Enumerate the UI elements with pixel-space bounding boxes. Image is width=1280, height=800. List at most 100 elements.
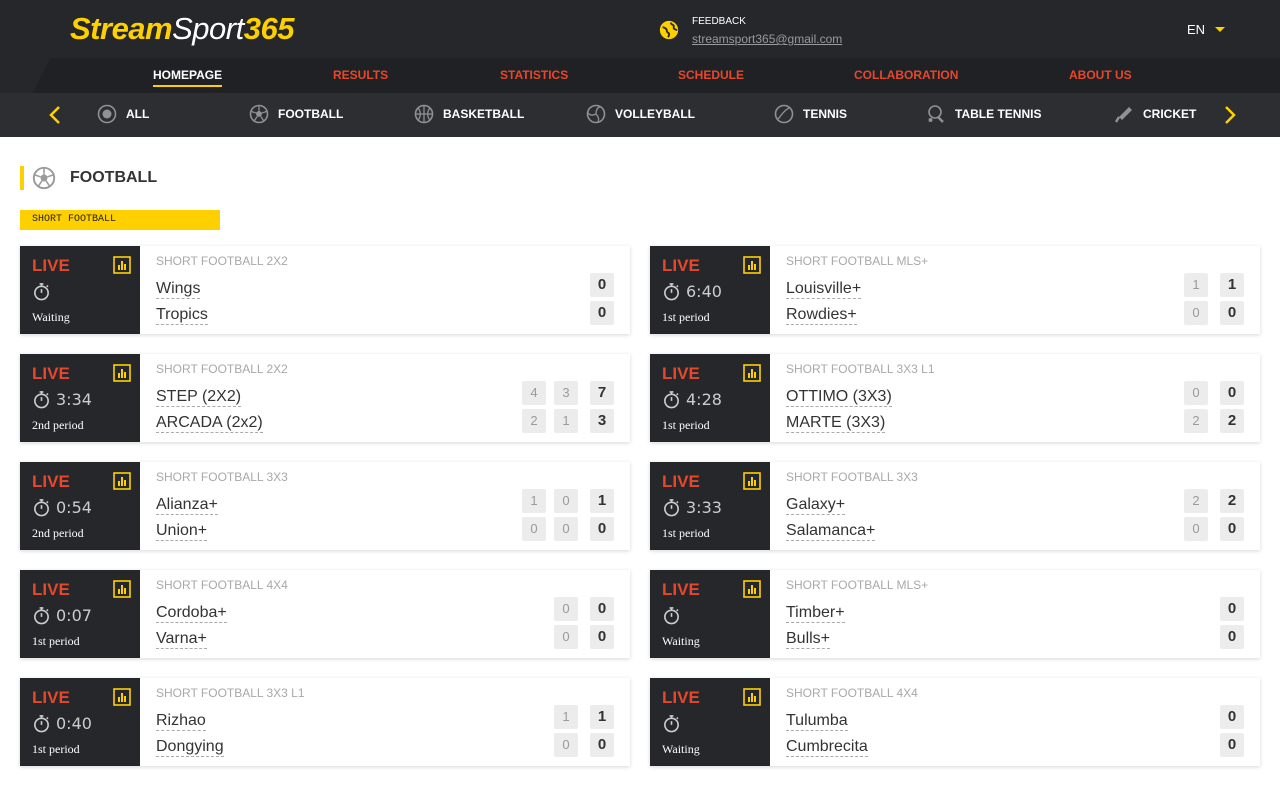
sport-tab-basketball[interactable]: BASKETBALL	[414, 102, 524, 126]
sport-tab-volleyball[interactable]: VOLLEYBALL	[586, 102, 695, 126]
team-away[interactable]: Dongying	[156, 737, 224, 757]
chevron-left-icon[interactable]	[46, 105, 66, 125]
live-badge: LIVE	[32, 580, 70, 599]
match-card[interactable]: LIVE 4:28 1st period SHORT FOOTBALL 3X3 L1 O…	[650, 354, 1260, 442]
sport-label: FOOTBALL	[278, 107, 344, 121]
chevron-right-icon[interactable]	[1219, 105, 1239, 125]
team-away[interactable]: Tropics	[156, 305, 208, 325]
sport-tab-tennis[interactable]: TENNIS	[774, 102, 847, 126]
team-home[interactable]: STEP (2X2)	[156, 387, 242, 407]
tournament-name: SHORT FOOTBALL 3X3 L1	[156, 686, 305, 700]
match-time: 4:28	[686, 390, 722, 409]
site-logo[interactable]: StreamSport365	[70, 11, 294, 47]
team-home[interactable]: Timber+	[786, 603, 845, 623]
stats-icon[interactable]	[113, 580, 131, 598]
team-home[interactable]: Tulumba	[786, 711, 848, 731]
total-score-away: 0	[590, 301, 614, 325]
team-home[interactable]: Cordoba+	[156, 603, 227, 623]
live-badge: LIVE	[662, 472, 700, 491]
nav-results[interactable]: RESULTS	[333, 68, 388, 82]
match-time: 0:54	[56, 498, 92, 517]
stats-icon[interactable]	[743, 580, 761, 598]
stats-icon[interactable]	[743, 688, 761, 706]
match-period: Waiting	[662, 742, 700, 756]
nav-schedule[interactable]: SCHEDULE	[678, 68, 744, 82]
tournament-name: SHORT FOOTBALL 2X2	[156, 254, 288, 268]
team-home[interactable]: Galaxy+	[786, 495, 846, 515]
match-period: 1st period	[662, 526, 710, 540]
match-period: 2nd period	[32, 526, 84, 540]
match-card[interactable]: LIVE 6:40 1st period SHORT FOOTBALL MLS+ Lou…	[650, 246, 1260, 334]
team-away[interactable]: Rowdies+	[786, 305, 857, 325]
section-header: FOOTBALL	[20, 166, 157, 190]
stats-icon[interactable]	[743, 364, 761, 382]
team-home[interactable]: Wings	[156, 279, 201, 299]
match-timer	[662, 606, 686, 625]
all-icon	[97, 104, 117, 124]
stats-icon[interactable]	[743, 256, 761, 274]
stopwatch-icon	[664, 715, 679, 733]
tournament-name: SHORT FOOTBALL 3X3	[156, 470, 288, 484]
stats-icon[interactable]	[743, 472, 761, 490]
stopwatch-icon	[34, 391, 49, 409]
stats-icon[interactable]	[113, 256, 131, 274]
match-card[interactable]: LIVE 0:40 1st period SHORT FOOTBALL 3X3 L1 R…	[20, 678, 630, 766]
match-card[interactable]: LIVE Waiting SHORT FOOTBALL MLS+ Timber+ Bul…	[650, 570, 1260, 658]
feedback-email-link[interactable]: streamsport365@gmail.com	[692, 32, 842, 46]
nav-homepage[interactable]: HOMEPAGE	[153, 68, 223, 87]
team-home[interactable]: Louisville+	[786, 279, 862, 299]
period-score-home: 0	[554, 489, 578, 513]
period-score-home: 0	[554, 597, 578, 621]
feedback-label: FEEDBACK	[692, 16, 746, 27]
stats-icon[interactable]	[113, 364, 131, 382]
live-badge: LIVE	[662, 256, 700, 275]
nav-statistics[interactable]: STATISTICS	[500, 68, 568, 82]
match-card[interactable]: LIVE 0:54 2nd period SHORT FOOTBALL 3X3 Alia…	[20, 462, 630, 550]
match-time: 0:07	[56, 606, 92, 625]
sport-tab-all[interactable]: ALL	[97, 102, 149, 126]
match-card[interactable]: LIVE Waiting SHORT FOOTBALL 2X2 Wings Tropic…	[20, 246, 630, 334]
match-time: 3:34	[56, 390, 92, 409]
stopwatch-icon	[34, 499, 49, 517]
total-score-home: 7	[590, 381, 614, 405]
team-away[interactable]: Bulls+	[786, 629, 831, 649]
match-timer: 0:54	[32, 498, 92, 517]
match-card[interactable]: LIVE Waiting SHORT FOOTBALL 4X4 Tulumba Cumb…	[650, 678, 1260, 766]
match-card[interactable]: LIVE 0:07 1st period SHORT FOOTBALL 4X4 Cord…	[20, 570, 630, 658]
stats-icon[interactable]	[113, 472, 131, 490]
nav-about-us[interactable]: ABOUT US	[1069, 68, 1132, 82]
team-away[interactable]: MARTE (3X3)	[786, 413, 886, 433]
sport-label: BASKETBALL	[443, 107, 525, 121]
match-card[interactable]: LIVE 3:33 1st period SHORT FOOTBALL 3X3 Gala…	[650, 462, 1260, 550]
team-away[interactable]: Cumbrecita	[786, 737, 868, 757]
match-period: Waiting	[662, 634, 700, 648]
team-home[interactable]: Rizhao	[156, 711, 206, 731]
tournament-name: SHORT FOOTBALL 2X2	[156, 362, 288, 376]
nav-collaboration[interactable]: COLLABORATION	[854, 68, 958, 82]
section-title: FOOTBALL	[70, 169, 158, 186]
sport-tab-cricket[interactable]: CRICKET	[1114, 102, 1196, 126]
match-time: 6:40	[686, 282, 722, 301]
sport-tab-table-tennis[interactable]: TABLE TENNIS	[926, 102, 1041, 126]
team-away[interactable]: Salamanca+	[786, 521, 876, 541]
live-badge: LIVE	[32, 364, 70, 383]
tournament-name: SHORT FOOTBALL 3X3	[786, 470, 918, 484]
team-home[interactable]: OTTIMO (3X3)	[786, 387, 892, 407]
period-score-home: 0	[1184, 381, 1208, 405]
match-card[interactable]: LIVE 3:34 2nd period SHORT FOOTBALL 2X2 STEP…	[20, 354, 630, 442]
live-badge: LIVE	[662, 580, 700, 599]
team-away[interactable]: Varna+	[156, 629, 207, 649]
total-score-home: 1	[1220, 273, 1244, 297]
team-home[interactable]: Alianza+	[156, 495, 218, 515]
total-score-home: 0	[1220, 597, 1244, 621]
live-badge: LIVE	[32, 688, 70, 707]
total-score-home: 0	[590, 597, 614, 621]
sport-tab-football[interactable]: FOOTBALL	[249, 102, 343, 126]
total-score-away: 0	[590, 517, 614, 541]
team-away[interactable]: Union+	[156, 521, 208, 541]
live-badge: LIVE	[662, 364, 700, 383]
total-score-home: 0	[590, 273, 614, 297]
language-selector[interactable]: EN	[1187, 22, 1226, 37]
stats-icon[interactable]	[113, 688, 131, 706]
team-away[interactable]: ARCADA (2x2)	[156, 413, 263, 433]
